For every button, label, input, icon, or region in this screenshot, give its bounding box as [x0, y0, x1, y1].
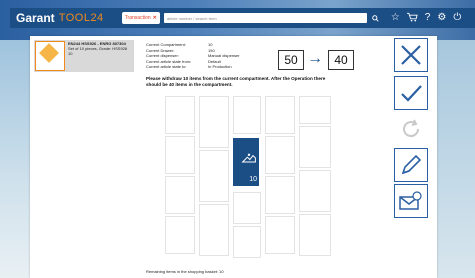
- message-button[interactable]: [394, 184, 428, 218]
- mail-icon: [399, 191, 422, 210]
- main-panel: EN244 HSS926 - ENRG 807304 Set of 10 pie…: [30, 36, 437, 278]
- compartment-slot: [265, 136, 295, 174]
- cart-icon[interactable]: [406, 12, 418, 25]
- refresh-icon: [403, 119, 420, 138]
- compartment-slot: [165, 96, 195, 134]
- compartment-slot: [299, 96, 331, 124]
- background-left: [0, 40, 30, 278]
- app-bar: Garant TOOL24 Transaction ✕ article numb…: [10, 8, 475, 28]
- brand-logo: Garant: [16, 11, 55, 25]
- count-before: 50: [278, 50, 304, 70]
- info-label: Current article state to:: [146, 64, 187, 69]
- search-input[interactable]: article number / search term: [163, 13, 367, 23]
- basket-status: Remaining items in the shopping basket: …: [146, 269, 224, 274]
- close-icon: [401, 45, 421, 65]
- compartment-slot: [299, 126, 331, 168]
- star-icon[interactable]: ☆: [391, 12, 400, 25]
- compartment-grid: 10: [165, 96, 335, 261]
- article-subtitle: Set of 10 pieces, Grade: HSS926: [68, 46, 128, 51]
- active-slot-qty: 10: [249, 176, 257, 183]
- article-card[interactable]: EN244 HSS926 - ENRG 807304 Set of 10 pie…: [34, 40, 134, 72]
- search-icon[interactable]: [371, 13, 381, 23]
- tool-icon: [241, 153, 256, 163]
- compartment-slot: [265, 176, 295, 214]
- compartment-slot: [233, 226, 261, 258]
- arrow-right-icon: →: [307, 50, 323, 67]
- active-compartment[interactable]: 10: [233, 138, 259, 186]
- compartment-slot: [299, 214, 331, 256]
- compartment-slot: [165, 136, 195, 174]
- pencil-icon: [401, 154, 422, 175]
- info-value: In Production: [208, 64, 232, 69]
- article-image: [35, 41, 65, 71]
- compartment-slot: [199, 96, 229, 148]
- clear-context-icon[interactable]: ✕: [153, 15, 157, 21]
- compartment-slot: [265, 216, 295, 254]
- compartment-slot: [165, 176, 195, 214]
- check-icon: [401, 85, 422, 102]
- edit-button[interactable]: [394, 148, 428, 182]
- compartment-slot: [199, 204, 229, 256]
- search-text: article number / search term: [166, 15, 217, 21]
- article-qty: 10: [68, 51, 73, 56]
- compartment-slot: [199, 150, 229, 202]
- compartment-slot: [165, 216, 195, 254]
- count-after: 40: [328, 50, 354, 70]
- context-chip[interactable]: Transaction ✕: [121, 12, 160, 24]
- compartment-slot: [233, 192, 261, 224]
- refresh-button[interactable]: [394, 112, 428, 146]
- settings-icon[interactable]: ⚙: [437, 12, 446, 25]
- compartment-slot: [299, 170, 331, 212]
- confirm-button[interactable]: [394, 76, 428, 110]
- compartment-slot: [233, 96, 261, 134]
- cancel-button[interactable]: [394, 38, 428, 72]
- power-icon[interactable]: ⏻: [453, 12, 461, 25]
- background-right: [435, 40, 475, 278]
- help-icon[interactable]: ?: [425, 12, 431, 25]
- compartment-slot: [265, 96, 295, 134]
- compartment-info: Current Compartment: 10 Current Drawer: 15…: [146, 42, 240, 70]
- product-logo: TOOL24: [58, 12, 104, 24]
- withdraw-instruction: Please withdraw 10 items from the curren…: [146, 76, 326, 87]
- context-label: Transaction: [124, 15, 151, 21]
